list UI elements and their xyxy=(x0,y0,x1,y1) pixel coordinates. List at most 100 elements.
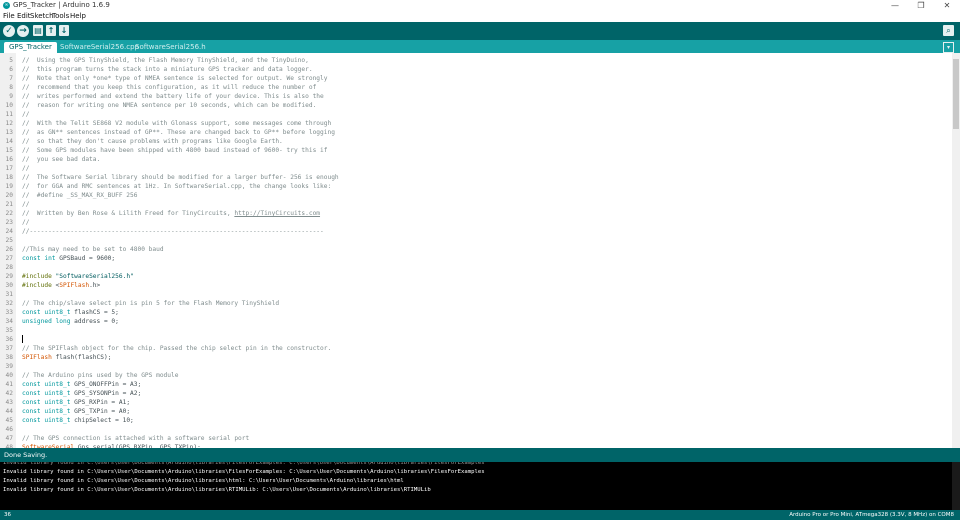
code-line[interactable]: 11 // xyxy=(0,110,940,119)
serial-monitor-button[interactable]: ⌕ xyxy=(943,25,954,36)
line-number: 17 xyxy=(5,165,13,172)
code-line[interactable]: 42 const uint8_t GPS_SYSONPin = A2; xyxy=(0,389,940,398)
code-token: #include xyxy=(22,273,52,280)
line-number: 29 xyxy=(5,273,13,280)
code-line[interactable]: 12 // With the Telit SE868 V2 module with… xyxy=(0,119,940,128)
new-button[interactable]: ▤ xyxy=(33,25,43,36)
console-scrollbar[interactable] xyxy=(952,462,960,510)
code-line[interactable]: 38 SPIFlash flash(flashCS); xyxy=(0,353,940,362)
code-text: const uint8_t GPS_TXPin = A0; xyxy=(22,407,130,416)
status-bar: Done Saving. xyxy=(0,448,960,462)
code-line[interactable]: 6 // this program turns the stack into a … xyxy=(0,65,940,74)
code-line[interactable]: 43 const uint8_t GPS_RXPin = A1; xyxy=(0,398,940,407)
close-button[interactable]: ✕ xyxy=(934,0,960,11)
menu-edit[interactable]: Edit xyxy=(17,12,31,21)
code-line[interactable]: 7 // Note that only *one* type of NMEA se… xyxy=(0,74,940,83)
code-line[interactable]: 34 unsigned long address = 0; xyxy=(0,317,940,326)
console-line: Invalid library found in C:\Users\User\D… xyxy=(3,487,431,493)
tab-gps-tracker[interactable]: GPS_Tracker xyxy=(4,42,57,53)
code-line[interactable]: 33 const uint8_t flashCS = 5; xyxy=(0,308,940,317)
code-line[interactable]: 13 // as GN** sentences instead of GP**. … xyxy=(0,128,940,137)
code-token: // this program turns the stack into a m… xyxy=(22,66,313,73)
code-text: const uint8_t chipSelect = 10; xyxy=(22,416,134,425)
code-line[interactable]: 17 // xyxy=(0,164,940,173)
menu-file[interactable]: File xyxy=(3,12,15,21)
code-token: // Some GPS modules have been shipped wi… xyxy=(22,147,328,154)
code-line[interactable]: 29 #include "SoftwareSerial256.h" xyxy=(0,272,940,281)
tab-softwareserial256-h[interactable]: SoftwareSerial256.h xyxy=(130,42,211,53)
code-line[interactable]: 21 // xyxy=(0,200,940,209)
bottom-status-bar: 36 Arduino Pro or Pro Mini, ATmega328 (3… xyxy=(0,510,960,520)
code-line[interactable]: 5 // Using the GPS TinyShield, the Flash … xyxy=(0,56,940,65)
code-line[interactable]: 8 // recommend that you keep this configu… xyxy=(0,83,940,92)
code-line[interactable]: 23 // xyxy=(0,218,940,227)
code-line[interactable]: 18 // The Software Serial library should … xyxy=(0,173,940,182)
code-line[interactable]: 36 xyxy=(0,335,940,344)
code-line[interactable]: 14 // so that they don't cause problems w… xyxy=(0,137,940,146)
console-line: Invalid library found in C:\Users\User\D… xyxy=(3,469,485,475)
code-line[interactable]: 47 // The GPS connection is attached with… xyxy=(0,434,940,443)
code-line[interactable]: 15 // Some GPS modules have been shipped … xyxy=(0,146,940,155)
line-number: 19 xyxy=(5,183,13,190)
line-number: 8 xyxy=(9,84,13,91)
editor-scrollbar[interactable] xyxy=(952,53,960,448)
verify-button[interactable]: ✓ xyxy=(3,25,15,37)
code-line[interactable]: 31 xyxy=(0,290,940,299)
minimize-button[interactable]: — xyxy=(882,0,908,11)
code-token: GPSBaud = 9600; xyxy=(55,255,116,262)
code-line[interactable]: 25 xyxy=(0,236,940,245)
code-line[interactable]: 10 // reason for writing one NMEA sentenc… xyxy=(0,101,940,110)
code-link[interactable]: http://TinyCircuits.com xyxy=(234,210,320,217)
code-text: const uint8_t GPS_RXPin = A1; xyxy=(22,398,130,407)
code-token: // With the Telit SE868 V2 module with G… xyxy=(22,120,332,127)
code-token: // Note that only *one* type of NMEA sen… xyxy=(22,75,328,82)
code-line[interactable]: 16 // you see bad data. xyxy=(0,155,940,164)
code-line[interactable]: 35 xyxy=(0,326,940,335)
line-number: 32 xyxy=(5,300,13,307)
line-number: 21 xyxy=(5,201,13,208)
code-line[interactable]: 19 // for GGA and RMC sentences at 1Hz. I… xyxy=(0,182,940,191)
code-line[interactable]: 37 // The SPIFlash object for the chip. P… xyxy=(0,344,940,353)
code-line[interactable]: 22 // Written by Ben Rose & Lilith Freed … xyxy=(0,209,940,218)
code-line[interactable]: 27 const int GPSBaud = 9600; xyxy=(0,254,940,263)
code-text: // The Software Serial library should be… xyxy=(22,173,339,182)
line-number: 14 xyxy=(5,138,13,145)
code-line[interactable]: 39 xyxy=(0,362,940,371)
line-number: 40 xyxy=(5,372,13,379)
save-button[interactable]: ↓ xyxy=(59,25,69,36)
code-line[interactable]: 40 // The Arduino pins used by the GPS mo… xyxy=(0,371,940,380)
line-number: 18 xyxy=(5,174,13,181)
code-line[interactable]: 24 //------------------------------------… xyxy=(0,227,940,236)
code-text: // this program turns the stack into a m… xyxy=(22,65,313,74)
tab-menu-button[interactable]: ▾ xyxy=(943,42,954,53)
code-line[interactable]: 32 // The chip/slave select pin is pin 5 … xyxy=(0,299,940,308)
code-text: // for GGA and RMC sentences at 1Hz. In … xyxy=(22,182,331,191)
code-line[interactable]: 26 //This may need to be set to 4800 baud xyxy=(0,245,940,254)
code-line[interactable]: 28 xyxy=(0,263,940,272)
console-output[interactable]: Invalid library found in C:\Users\User\D… xyxy=(0,462,960,510)
code-editor[interactable]: 5 // Using the GPS TinyShield, the Flash … xyxy=(0,53,960,448)
line-number: 9 xyxy=(9,93,13,100)
code-line[interactable]: 46 xyxy=(0,425,940,434)
editor-scrollbar-thumb[interactable] xyxy=(953,59,959,129)
line-number: 41 xyxy=(5,381,13,388)
code-line[interactable]: 30 #include <SPIFlash.h> xyxy=(0,281,940,290)
code-line[interactable]: 45 const uint8_t chipSelect = 10; xyxy=(0,416,940,425)
code-text: // reason for writing one NMEA sentence … xyxy=(22,101,316,110)
maximize-button[interactable]: ❐ xyxy=(908,0,934,11)
toolbar: ✓ → ▤ ↑ ↓ ⌕ xyxy=(0,22,960,40)
menu-tools[interactable]: Tools xyxy=(52,12,69,21)
line-number: 44 xyxy=(5,408,13,415)
upload-button[interactable]: → xyxy=(17,25,29,37)
code-text: // Note that only *one* type of NMEA sen… xyxy=(22,74,327,83)
code-line[interactable]: 20 // #define _SS_MAX_RX_BUFF 256 xyxy=(0,191,940,200)
code-line[interactable]: 41 const uint8_t GPS_ONOFFPin = A3; xyxy=(0,380,940,389)
menu-sketch[interactable]: Sketch xyxy=(30,12,54,21)
open-button[interactable]: ↑ xyxy=(46,25,56,36)
code-token: //--------------------------------------… xyxy=(22,228,324,235)
code-line[interactable]: 44 const uint8_t GPS_TXPin = A0; xyxy=(0,407,940,416)
menu-help[interactable]: Help xyxy=(70,12,86,21)
code-token: // recommend that you keep this configur… xyxy=(22,84,317,91)
code-line[interactable]: 9 // writes performed and extend the batt… xyxy=(0,92,940,101)
line-number: 35 xyxy=(5,327,13,334)
